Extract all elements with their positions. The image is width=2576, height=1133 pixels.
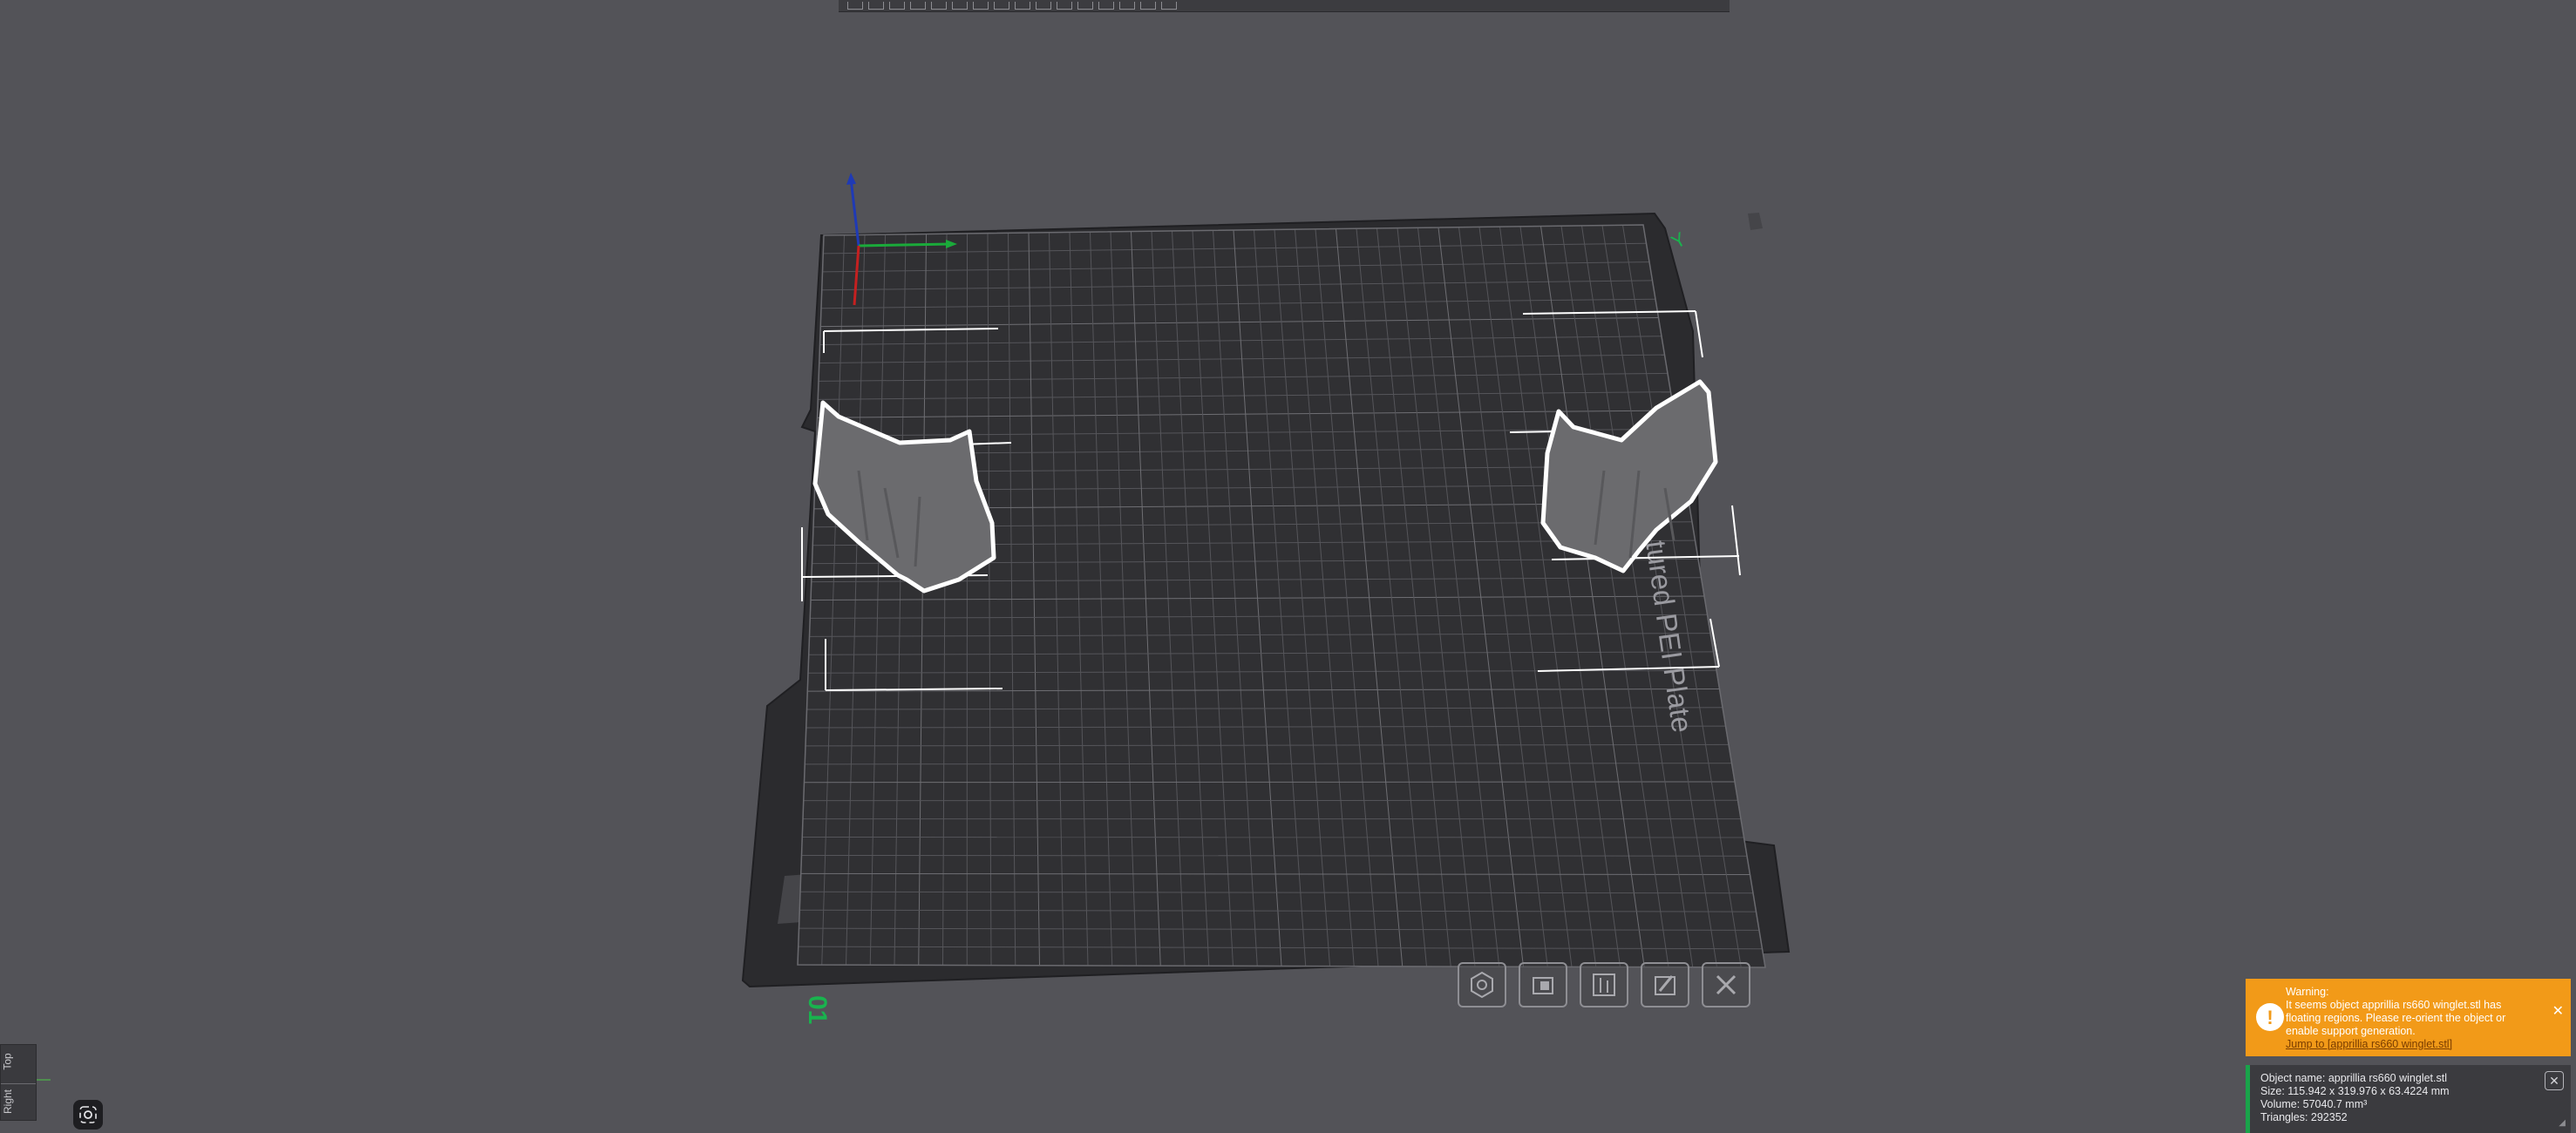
plate-toolbar [1458,962,1750,1007]
object-name: Object name: apprillia rs660 winglet.stl [2260,1072,2447,1084]
build-plate-scene[interactable]: tured PEI Plate 01 Y [0,0,2576,1133]
layers-icon[interactable] [931,2,947,10]
warning-jump-link[interactable]: Jump to [apprillia rs660 winglet.stl] [2286,1038,2539,1051]
exclamation-icon: ! [2256,1003,2284,1031]
object-size: Size: 115.942 x 319.976 x 63.4224 mm [2260,1085,2450,1097]
view-cube-axis [37,1079,51,1081]
arrange-plate-icon [1593,974,1615,996]
top-toolbar [839,0,1730,12]
3d-viewport[interactable]: tured PEI Plate 01 Y [0,0,2576,1133]
plate-settings-button[interactable] [1458,962,1506,1007]
support-paint-icon[interactable] [1036,2,1051,10]
seam-paint-icon[interactable] [1057,2,1072,10]
assembly-icon[interactable] [1119,2,1135,10]
gear-icon [1471,971,1493,999]
plate-delete-button[interactable] [1702,962,1750,1007]
plate-cutout [1748,213,1763,230]
camera-reset-button[interactable] [73,1100,103,1130]
cut-icon[interactable] [1015,2,1030,10]
warning-title: Warning: [2286,986,2329,998]
object-info-panel: Object name: apprillia rs660 winglet.stl… [2246,1065,2571,1133]
plate-number: 01 [803,995,832,1024]
object-triangles: Triangles: 292352 [2260,1111,2348,1123]
measure-icon[interactable] [1140,2,1156,10]
camera-icon [79,1106,97,1123]
add-icon[interactable] [847,2,863,10]
move-icon[interactable] [952,2,968,10]
view-cube[interactable]: Top Right [0,1044,37,1121]
object-volume: Volume: 57040.7 mm³ [2260,1098,2368,1110]
close-plate-icon [1716,974,1737,995]
plate-edit-button[interactable] [1641,962,1689,1007]
orient-plate-icon [1533,977,1553,994]
scale-icon[interactable] [994,2,1009,10]
plate-orient-button[interactable] [1519,962,1567,1007]
orient-icon[interactable] [910,2,926,10]
add-plate-icon[interactable] [868,2,884,10]
view-icon[interactable] [1161,2,1177,10]
warning-message: It seems object apprillia rs660 winglet.… [2286,999,2506,1037]
close-icon[interactable]: ✕ [2552,1005,2564,1019]
plate-arrange-button[interactable] [1580,962,1628,1007]
resize-grip-icon: ◢ [2559,1118,2566,1128]
split-icon[interactable] [1098,2,1114,10]
rotate-icon[interactable] [973,2,989,10]
text-icon[interactable] [1077,2,1093,10]
info-close-icon[interactable]: ✕ [2545,1071,2564,1090]
view-cube-divider [1,1083,36,1084]
settings-plate-icon [1655,975,1675,995]
view-cube-top-label: Top [1,1053,14,1070]
warning-notification: ! Warning: It seems object apprillia rs6… [2246,979,2571,1056]
arrange-icon[interactable] [889,2,905,10]
view-cube-front-label: Right [2,1089,15,1115]
